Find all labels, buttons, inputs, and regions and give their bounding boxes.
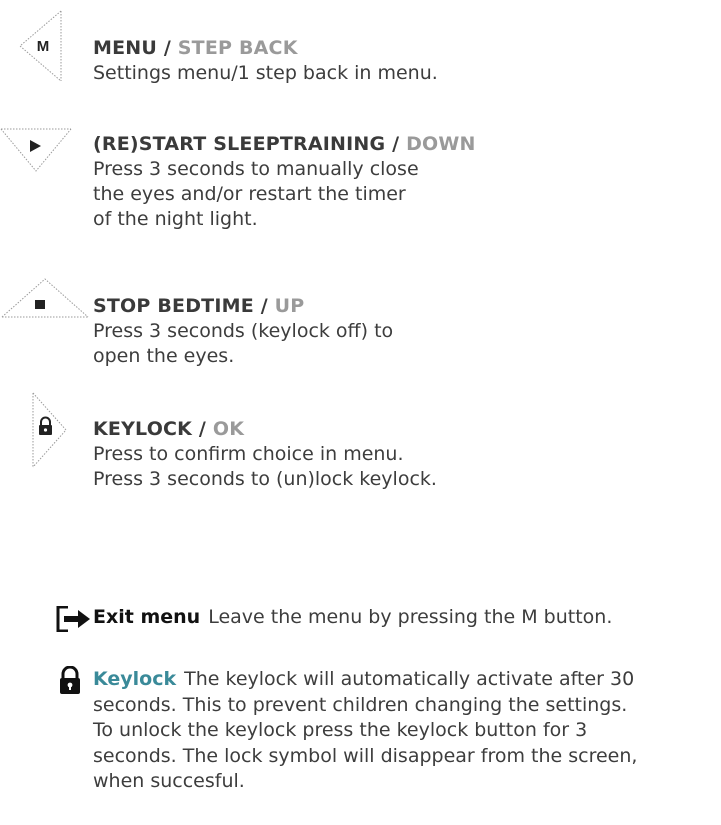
restart-description-line: Press 3 seconds to manually close xyxy=(93,158,419,180)
restart-title: (RE)START SLEEPTRAINING / DOWN xyxy=(93,133,476,155)
menu-button-icon: M xyxy=(18,10,64,82)
menu-title: MENU / STEP BACK xyxy=(93,37,298,59)
lock-icon xyxy=(58,665,82,700)
keylock-text-line: To unlock the keylock press the keylock … xyxy=(93,719,588,742)
stop-description-line: open the eyes. xyxy=(93,345,235,367)
stop-button-icon xyxy=(0,277,90,319)
exit-icon xyxy=(56,605,96,636)
keylock-label: Keylock xyxy=(93,668,177,690)
svg-text:M: M xyxy=(37,38,50,55)
keylock-text-line: when succesful. xyxy=(93,770,245,793)
keylock-description-line: Press 3 seconds to (un)lock keylock. xyxy=(93,468,437,490)
exit-label: Exit menu xyxy=(93,606,201,628)
exit-note: Exit menu Leave the menu by pressing the … xyxy=(93,605,711,631)
menu-description: Settings menu/1 step back in menu. xyxy=(93,62,438,84)
restart-description-line: of the night light. xyxy=(93,208,258,230)
keylock-description-line: Press to confirm choice in menu. xyxy=(93,443,404,465)
keylock-title: KEYLOCK / OK xyxy=(93,418,245,440)
play-button-icon xyxy=(0,128,72,174)
keylock-note: Keylock The keylock will automatically ac… xyxy=(93,667,711,795)
restart-description-line: the eyes and/or restart the timer xyxy=(93,183,406,205)
stop-description-line: Press 3 seconds (keylock off) to xyxy=(93,320,394,342)
exit-text: Leave the menu by pressing the M button. xyxy=(208,606,613,628)
lock-button-icon xyxy=(32,392,68,468)
keylock-text-line: seconds. This to prevent children changi… xyxy=(93,693,628,716)
stop-title: STOP BEDTIME / UP xyxy=(93,295,305,317)
keylock-text-line: The keylock will automatically activate … xyxy=(184,668,635,690)
keylock-text-line: seconds. The lock symbol will disappear … xyxy=(93,744,638,767)
